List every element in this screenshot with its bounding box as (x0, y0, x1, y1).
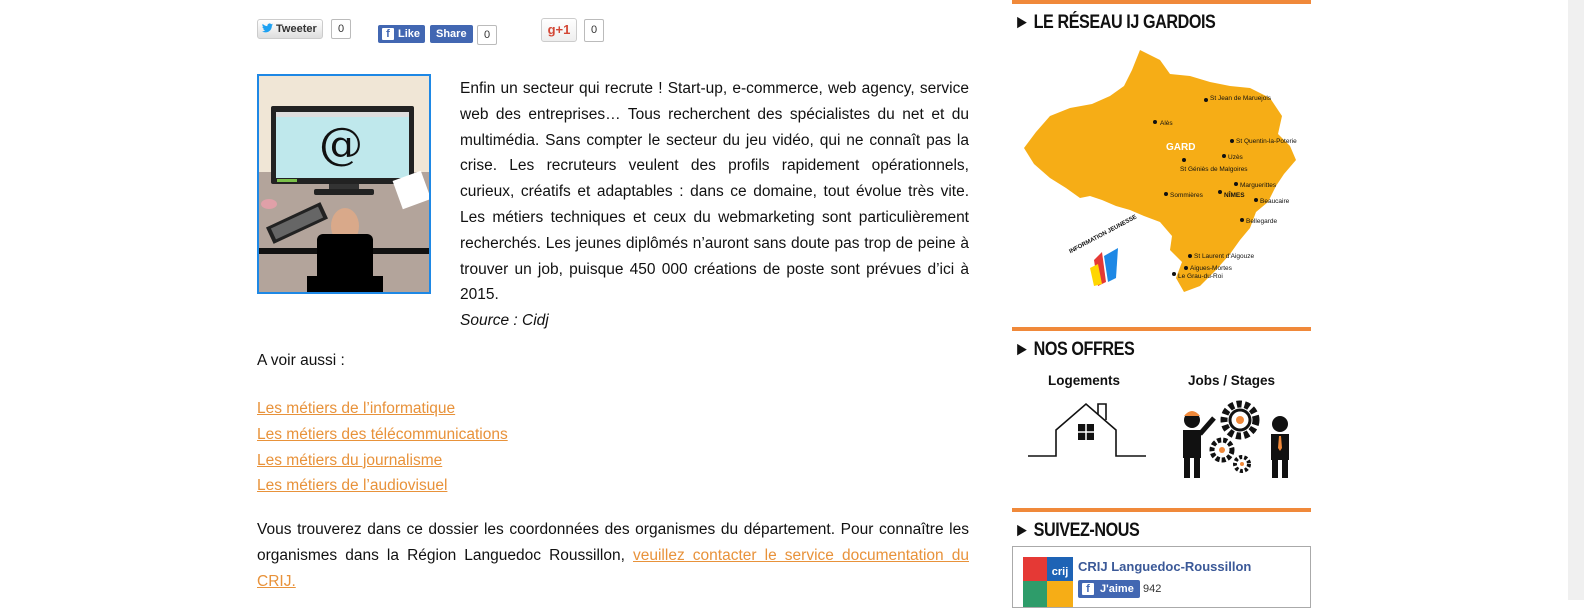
link-journalisme[interactable]: Les métiers du journalisme (257, 448, 508, 474)
offer-logements-label[interactable]: Logements (1048, 373, 1120, 388)
tweet-button[interactable]: Tweeter (257, 19, 323, 39)
facebook-like-button[interactable]: f Like (378, 25, 426, 43)
town-label: Uzès (1228, 154, 1244, 161)
see-also-heading: A voir aussi : (257, 352, 345, 369)
town-label: Le Grau-du-Roi (1178, 273, 1223, 280)
gard-label: GARD (1166, 142, 1195, 153)
house-icon[interactable] (1026, 400, 1148, 460)
offres-title: ► NOS OFFRES (1014, 339, 1135, 360)
gard-map[interactable]: GARD St Jean de Maruejols Alès St Quenti… (1020, 46, 1310, 296)
link-telecommunications[interactable]: Les métiers des télécommunications (257, 422, 508, 448)
suivez-title: ► SUIVEZ-NOUS (1014, 520, 1140, 541)
google-plus-button[interactable]: g+1 (541, 18, 577, 42)
facebook-jaime-label: J'aime (1100, 583, 1134, 595)
offres-section: ► NOS OFFRES (1012, 327, 1311, 361)
link-audiovisuel[interactable]: Les métiers de l’audiovisuel (257, 473, 508, 499)
twitter-bird-icon (262, 23, 273, 33)
town-label: Beaucaire (1260, 198, 1290, 205)
reseau-section: ► LE RÉSEAU IJ GARDOIS (1012, 0, 1311, 34)
facebook-page-widget[interactable]: crij CRIJ Languedoc-Roussillon f J'aime … (1012, 546, 1311, 608)
google-plus-count: 0 (584, 19, 604, 42)
related-links-list: Les métiers de l’informatique Les métier… (257, 396, 508, 499)
bottom-paragraph: Vous trouverez dans ce dossier les coord… (257, 517, 969, 594)
vertical-scrollbar[interactable] (1568, 0, 1584, 600)
offer-jobs-label[interactable]: Jobs / Stages (1188, 373, 1275, 388)
town-label: Sommières (1170, 192, 1204, 199)
suivez-section: ► SUIVEZ-NOUS (1012, 508, 1311, 542)
article-body: Enfin un secteur qui recrute ! Start-up,… (460, 76, 969, 334)
reseau-title: ► LE RÉSEAU IJ GARDOIS (1014, 12, 1216, 33)
town-label: Alès (1160, 120, 1173, 127)
facebook-f-icon: f (382, 28, 394, 40)
facebook-share-button[interactable]: Share (430, 25, 473, 43)
town-label: Marguerittes (1240, 182, 1277, 189)
crij-logo-text: crij (1047, 557, 1073, 581)
town-label: St Laurent d'Aigouze (1194, 253, 1255, 260)
link-informatique[interactable]: Les métiers de l’informatique (257, 396, 508, 422)
svg-text:INFORMATION JEUNESSE: INFORMATION JEUNESSE (1068, 214, 1138, 255)
article-source: Source : Cidj (460, 312, 549, 330)
town-label: Bellegarde (1246, 218, 1277, 225)
town-label: St Géniès de Malgoires (1180, 166, 1248, 173)
town-label: St Jean de Maruejols (1210, 95, 1272, 102)
facebook-jaime-button[interactable]: f J'aime (1078, 580, 1140, 598)
jobs-gears-icon[interactable] (1180, 394, 1292, 480)
town-label: St Quentin-la-Poterie (1236, 138, 1297, 145)
facebook-page-name[interactable]: CRIJ Languedoc-Roussillon (1078, 559, 1251, 574)
article-paragraph: Enfin un secteur qui recrute ! Start-up,… (460, 80, 969, 304)
town-label: NÎMES (1224, 190, 1245, 199)
tweet-label: Tweeter (276, 23, 317, 35)
computer-illustration: @ (259, 76, 429, 292)
town-label: Aigues-Mortes (1190, 265, 1233, 272)
facebook-jaime-count: 942 (1143, 583, 1162, 595)
at-symbol: @ (319, 119, 363, 170)
tweet-count: 0 (331, 19, 351, 39)
facebook-count: 0 (477, 25, 497, 45)
facebook-like-label: Like (398, 28, 421, 40)
facebook-f-icon: f (1082, 583, 1094, 595)
information-jeunesse-logo: INFORMATION JEUNESSE (1068, 214, 1138, 286)
gard-region-shape (1024, 50, 1296, 292)
article-thumbnail: @ (257, 74, 431, 294)
